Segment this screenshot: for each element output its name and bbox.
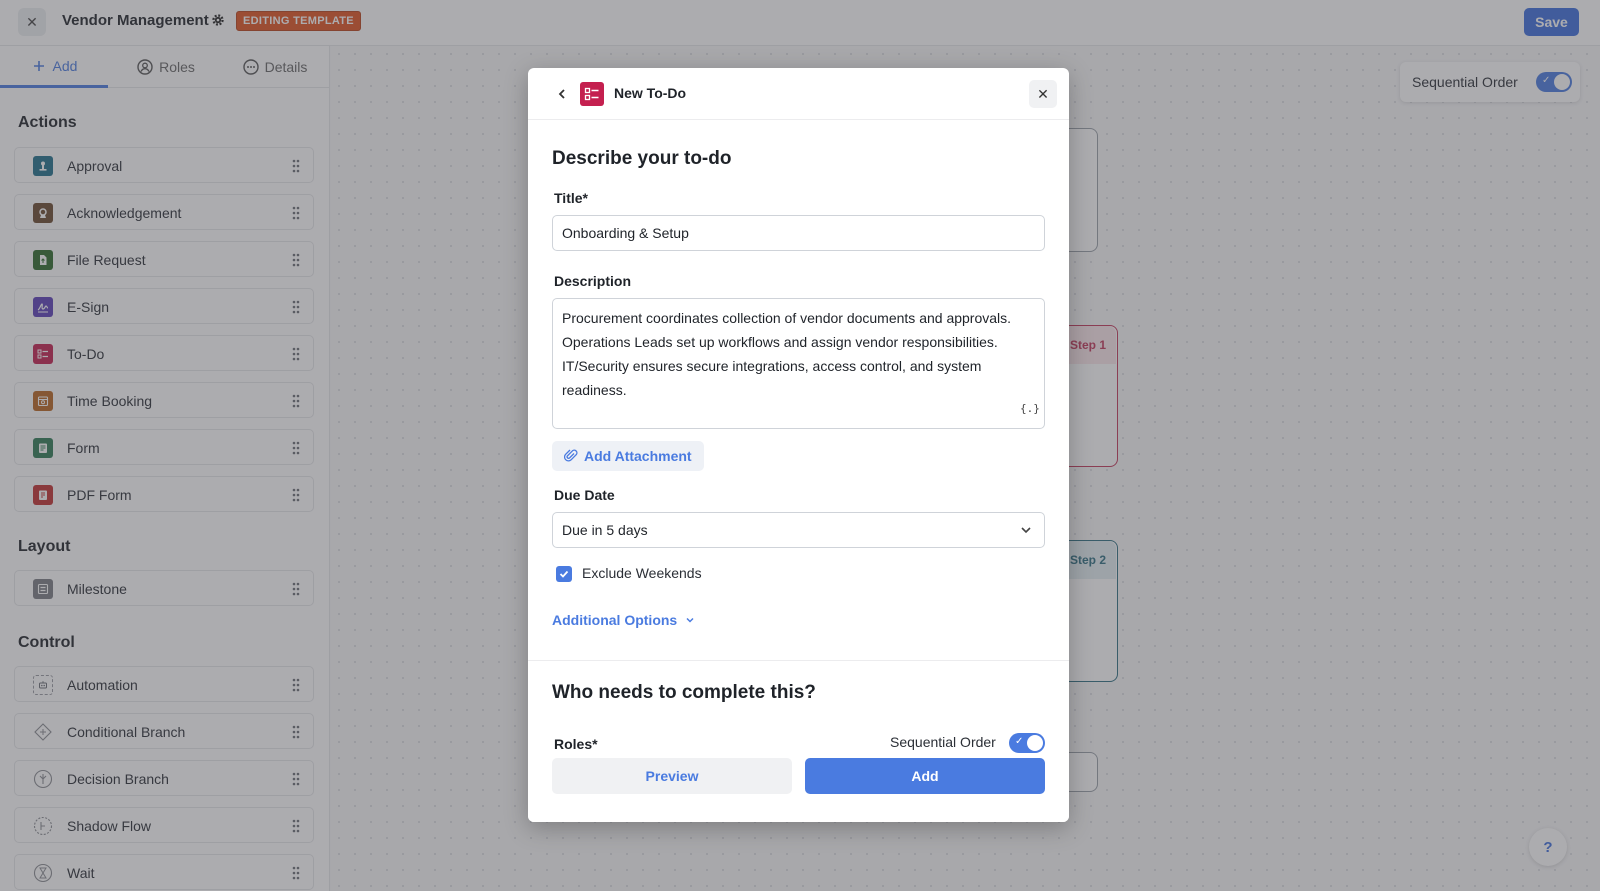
modal-footer: Preview Add (528, 758, 1069, 822)
exclude-weekends-label: Exclude Weekends (582, 565, 702, 581)
add-attachment-button[interactable]: Add Attachment (552, 441, 704, 471)
close-modal-button[interactable]: ✕ (1029, 80, 1057, 108)
insert-variable-icon[interactable]: {.} (1020, 402, 1040, 415)
modal-header: New To-Do ✕ (528, 68, 1069, 120)
todo-list-icon (580, 82, 604, 106)
back-button[interactable] (552, 84, 572, 104)
paperclip-icon (564, 449, 578, 462)
check-icon: ✓ (1015, 736, 1024, 747)
due-date-label: Due Date (554, 487, 615, 503)
new-todo-modal: New To-Do ✕ Describe your to-do Title* O… (528, 68, 1069, 822)
description-label: Description (554, 273, 632, 289)
additional-options-toggle[interactable]: Additional Options (552, 612, 695, 628)
title-label: Title* (554, 190, 588, 206)
roles-label: Roles* (554, 736, 598, 752)
add-button[interactable]: Add (805, 758, 1045, 794)
x-icon: ✕ (1037, 85, 1049, 102)
description-textarea[interactable]: Procurement coordinates collection of ve… (552, 298, 1045, 429)
sequential-order-label: Sequential Order (890, 734, 996, 750)
add-attachment-label: Add Attachment (584, 448, 692, 464)
toggle-knob (1027, 735, 1043, 751)
preview-button[interactable]: Preview (552, 758, 792, 794)
chevron-down-icon (686, 617, 694, 623)
title-input[interactable]: Onboarding & Setup (552, 215, 1045, 251)
due-date-value: Due in 5 days (562, 522, 648, 538)
chevron-left-icon (558, 89, 565, 99)
check-icon (559, 570, 569, 578)
section-divider (528, 660, 1069, 661)
due-date-select[interactable]: Due in 5 days (552, 512, 1045, 548)
exclude-weekends-checkbox[interactable] (556, 566, 572, 582)
section-title-who: Who needs to complete this? (552, 682, 816, 703)
section-title-describe: Describe your to-do (552, 148, 732, 169)
modal-title: New To-Do (614, 85, 687, 101)
additional-options-label: Additional Options (552, 612, 678, 628)
chevron-down-icon (1021, 527, 1031, 534)
modal-sequential-order-switch[interactable]: ✓ (1009, 733, 1045, 753)
